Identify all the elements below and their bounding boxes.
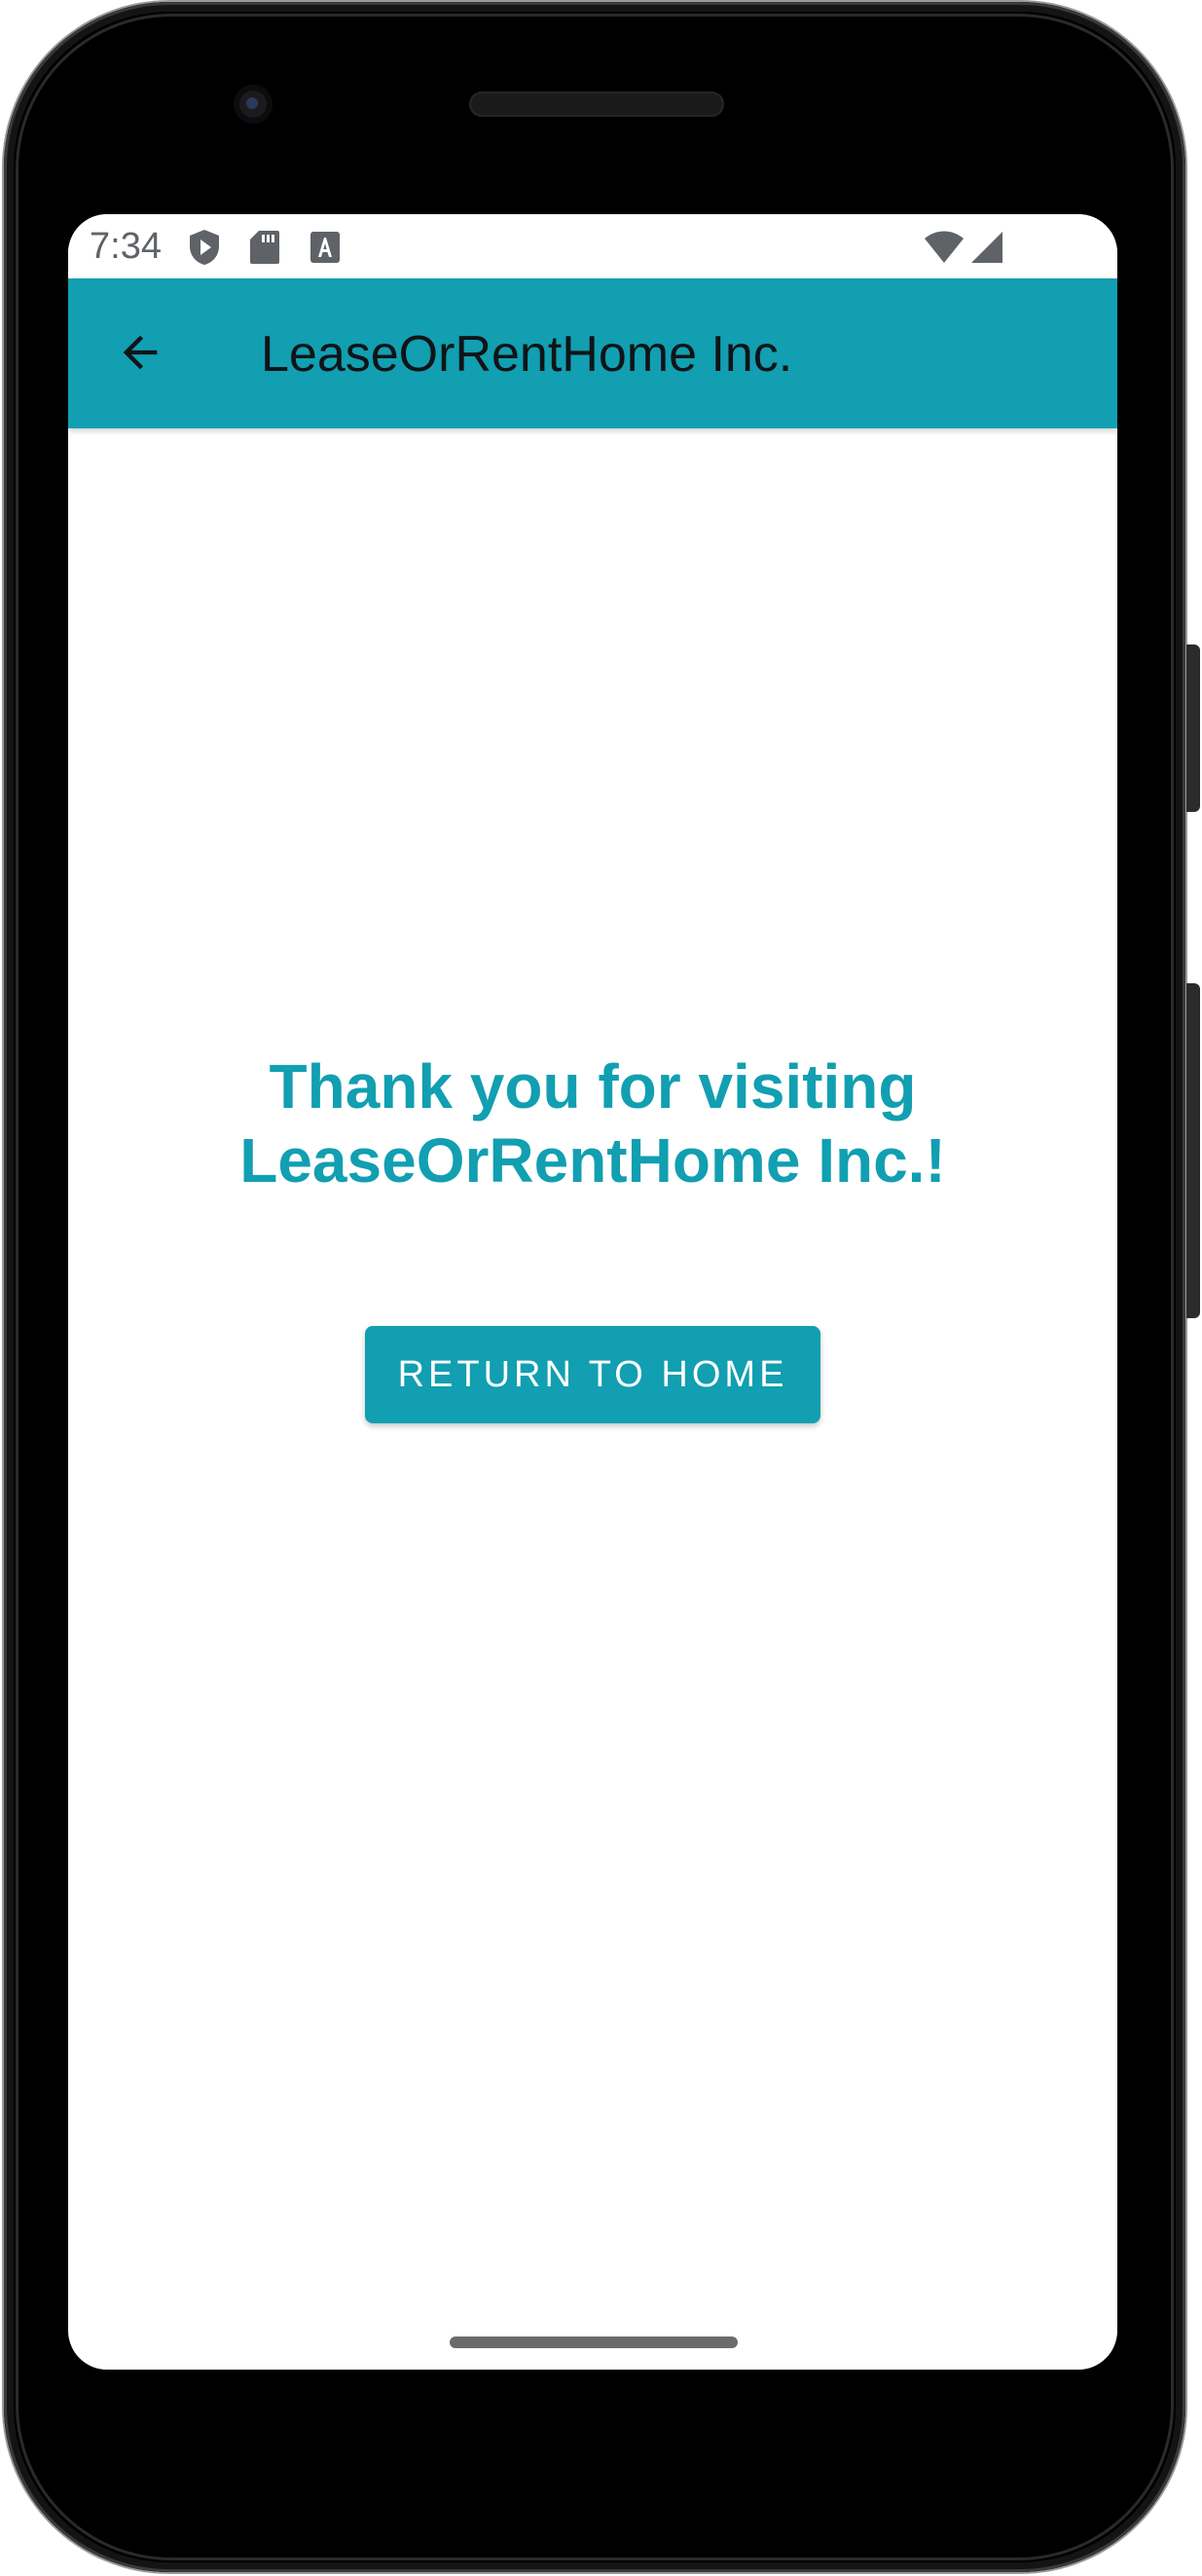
earpiece-speaker (469, 92, 724, 117)
text-a-icon (308, 228, 343, 267)
shield-play-icon (187, 228, 222, 267)
wifi-icon (923, 228, 965, 267)
home-gesture-bar[interactable] (450, 2337, 738, 2348)
sd-card-icon (247, 228, 282, 267)
status-time: 7:34 (90, 226, 162, 267)
back-button[interactable] (103, 317, 177, 391)
app-toolbar: LeaseOrRentHome Inc. (68, 278, 1117, 428)
front-camera (234, 85, 273, 124)
cellular-signal-icon (967, 228, 1006, 267)
arrow-back-icon (115, 327, 165, 383)
status-bar: 7:34 (68, 214, 1117, 278)
phone-device: 7:34 LeaseOrRentHome Inc. Thank you for … (0, 0, 1202, 2576)
app-title: LeaseOrRentHome Inc. (261, 326, 793, 383)
return-to-home-button[interactable]: RETURN TO HOME (365, 1326, 820, 1423)
thank-you-message: Thank you for visiting LeaseOrRentHome I… (239, 1051, 946, 1196)
thank-you-content: Thank you for visiting LeaseOrRentHome I… (68, 428, 1117, 2370)
volume-button (1186, 983, 1200, 1318)
power-button (1186, 644, 1200, 812)
app-screen: 7:34 LeaseOrRentHome Inc. Thank you for … (68, 214, 1117, 2370)
